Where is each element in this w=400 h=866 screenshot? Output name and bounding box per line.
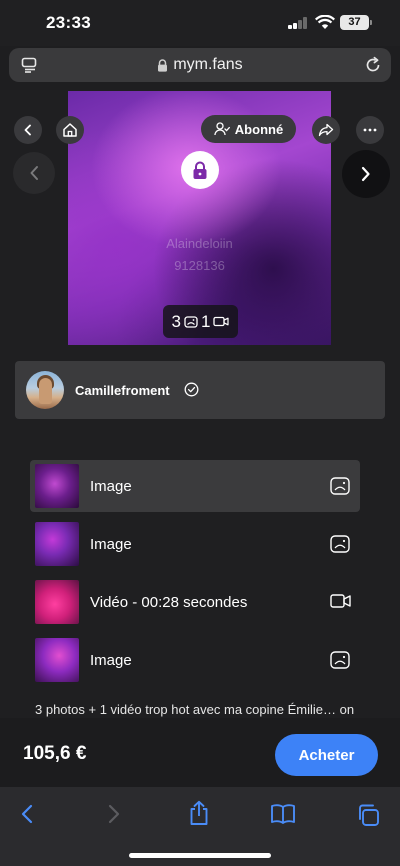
home-icon xyxy=(63,123,77,137)
locked-badge xyxy=(181,151,219,189)
battery-icon: 37 xyxy=(340,15,369,30)
status-time: 23:33 xyxy=(46,13,91,32)
item-thumbnail xyxy=(35,638,79,682)
battery-tip xyxy=(370,20,372,25)
item-thumbnail xyxy=(35,464,79,508)
user-check-icon xyxy=(214,122,230,136)
item-thumbnail xyxy=(35,522,79,566)
subscribed-label: Abonné xyxy=(234,121,284,137)
list-item[interactable]: Image xyxy=(30,460,360,512)
list-item[interactable]: Vidéo - 00:28 secondes xyxy=(30,576,360,628)
photo-icon xyxy=(184,315,198,328)
status-bar: 23:33 37 xyxy=(0,0,400,46)
padlock-icon xyxy=(193,161,207,179)
photo-icon xyxy=(330,477,350,495)
item-thumbnail xyxy=(35,580,79,624)
item-label: Image xyxy=(90,536,132,553)
forward-arrow-icon xyxy=(318,123,334,137)
chevron-left-icon xyxy=(24,124,31,136)
post-description: 3 photos + 1 vidéo trop hot avec ma copi… xyxy=(35,702,355,717)
watermark-username: Alaindeloiin xyxy=(166,236,233,251)
list-item[interactable]: Image xyxy=(30,518,360,570)
item-label: Image xyxy=(90,652,132,669)
buy-button[interactable]: Acheter xyxy=(275,734,378,776)
chevron-right-icon xyxy=(361,166,370,182)
forward-arrow-icon[interactable] xyxy=(106,803,122,825)
photo-icon xyxy=(330,535,350,553)
avatar[interactable] xyxy=(26,371,64,409)
bookmarks-icon[interactable] xyxy=(270,803,296,825)
share-post-button[interactable] xyxy=(312,116,340,144)
price-label: 105,6 € xyxy=(23,743,87,764)
avatar-figure xyxy=(39,378,52,404)
reload-icon[interactable] xyxy=(364,56,382,74)
video-icon xyxy=(330,594,351,608)
chevron-left-icon xyxy=(30,166,38,180)
video-icon xyxy=(213,316,230,327)
back-button[interactable] xyxy=(14,116,42,144)
url-display[interactable]: mym.fans xyxy=(9,48,391,82)
ellipsis-icon xyxy=(363,128,377,132)
home-button[interactable] xyxy=(56,116,84,144)
creator-name[interactable]: Camillefroment xyxy=(75,383,170,398)
item-label: Vidéo - 00:28 secondes xyxy=(90,594,248,611)
cellular-signal-icon xyxy=(288,17,308,29)
url-text: mym.fans xyxy=(173,56,243,73)
item-label: Image xyxy=(90,478,132,495)
share-icon[interactable] xyxy=(188,800,210,826)
media-count-badge: 3 1 xyxy=(163,305,238,338)
watermark-id: 9128136 xyxy=(174,258,225,273)
photo-icon xyxy=(330,651,350,669)
verified-check-icon xyxy=(184,382,199,397)
photo-count: 3 xyxy=(171,311,181,331)
list-item[interactable]: Image xyxy=(30,634,360,686)
back-arrow-icon[interactable] xyxy=(19,803,35,825)
video-count: 1 xyxy=(201,311,211,331)
address-bar[interactable]: mym.fans xyxy=(9,48,391,82)
tabs-icon[interactable] xyxy=(356,803,380,827)
previous-post-button[interactable] xyxy=(13,152,55,194)
subscribed-button[interactable]: Abonné xyxy=(201,115,296,143)
home-indicator xyxy=(129,853,271,858)
next-post-button[interactable] xyxy=(342,150,390,198)
more-options-button[interactable] xyxy=(356,116,384,144)
wifi-icon xyxy=(315,15,335,29)
creator-card[interactable]: Camillefroment xyxy=(15,361,385,419)
lock-icon xyxy=(158,58,168,72)
